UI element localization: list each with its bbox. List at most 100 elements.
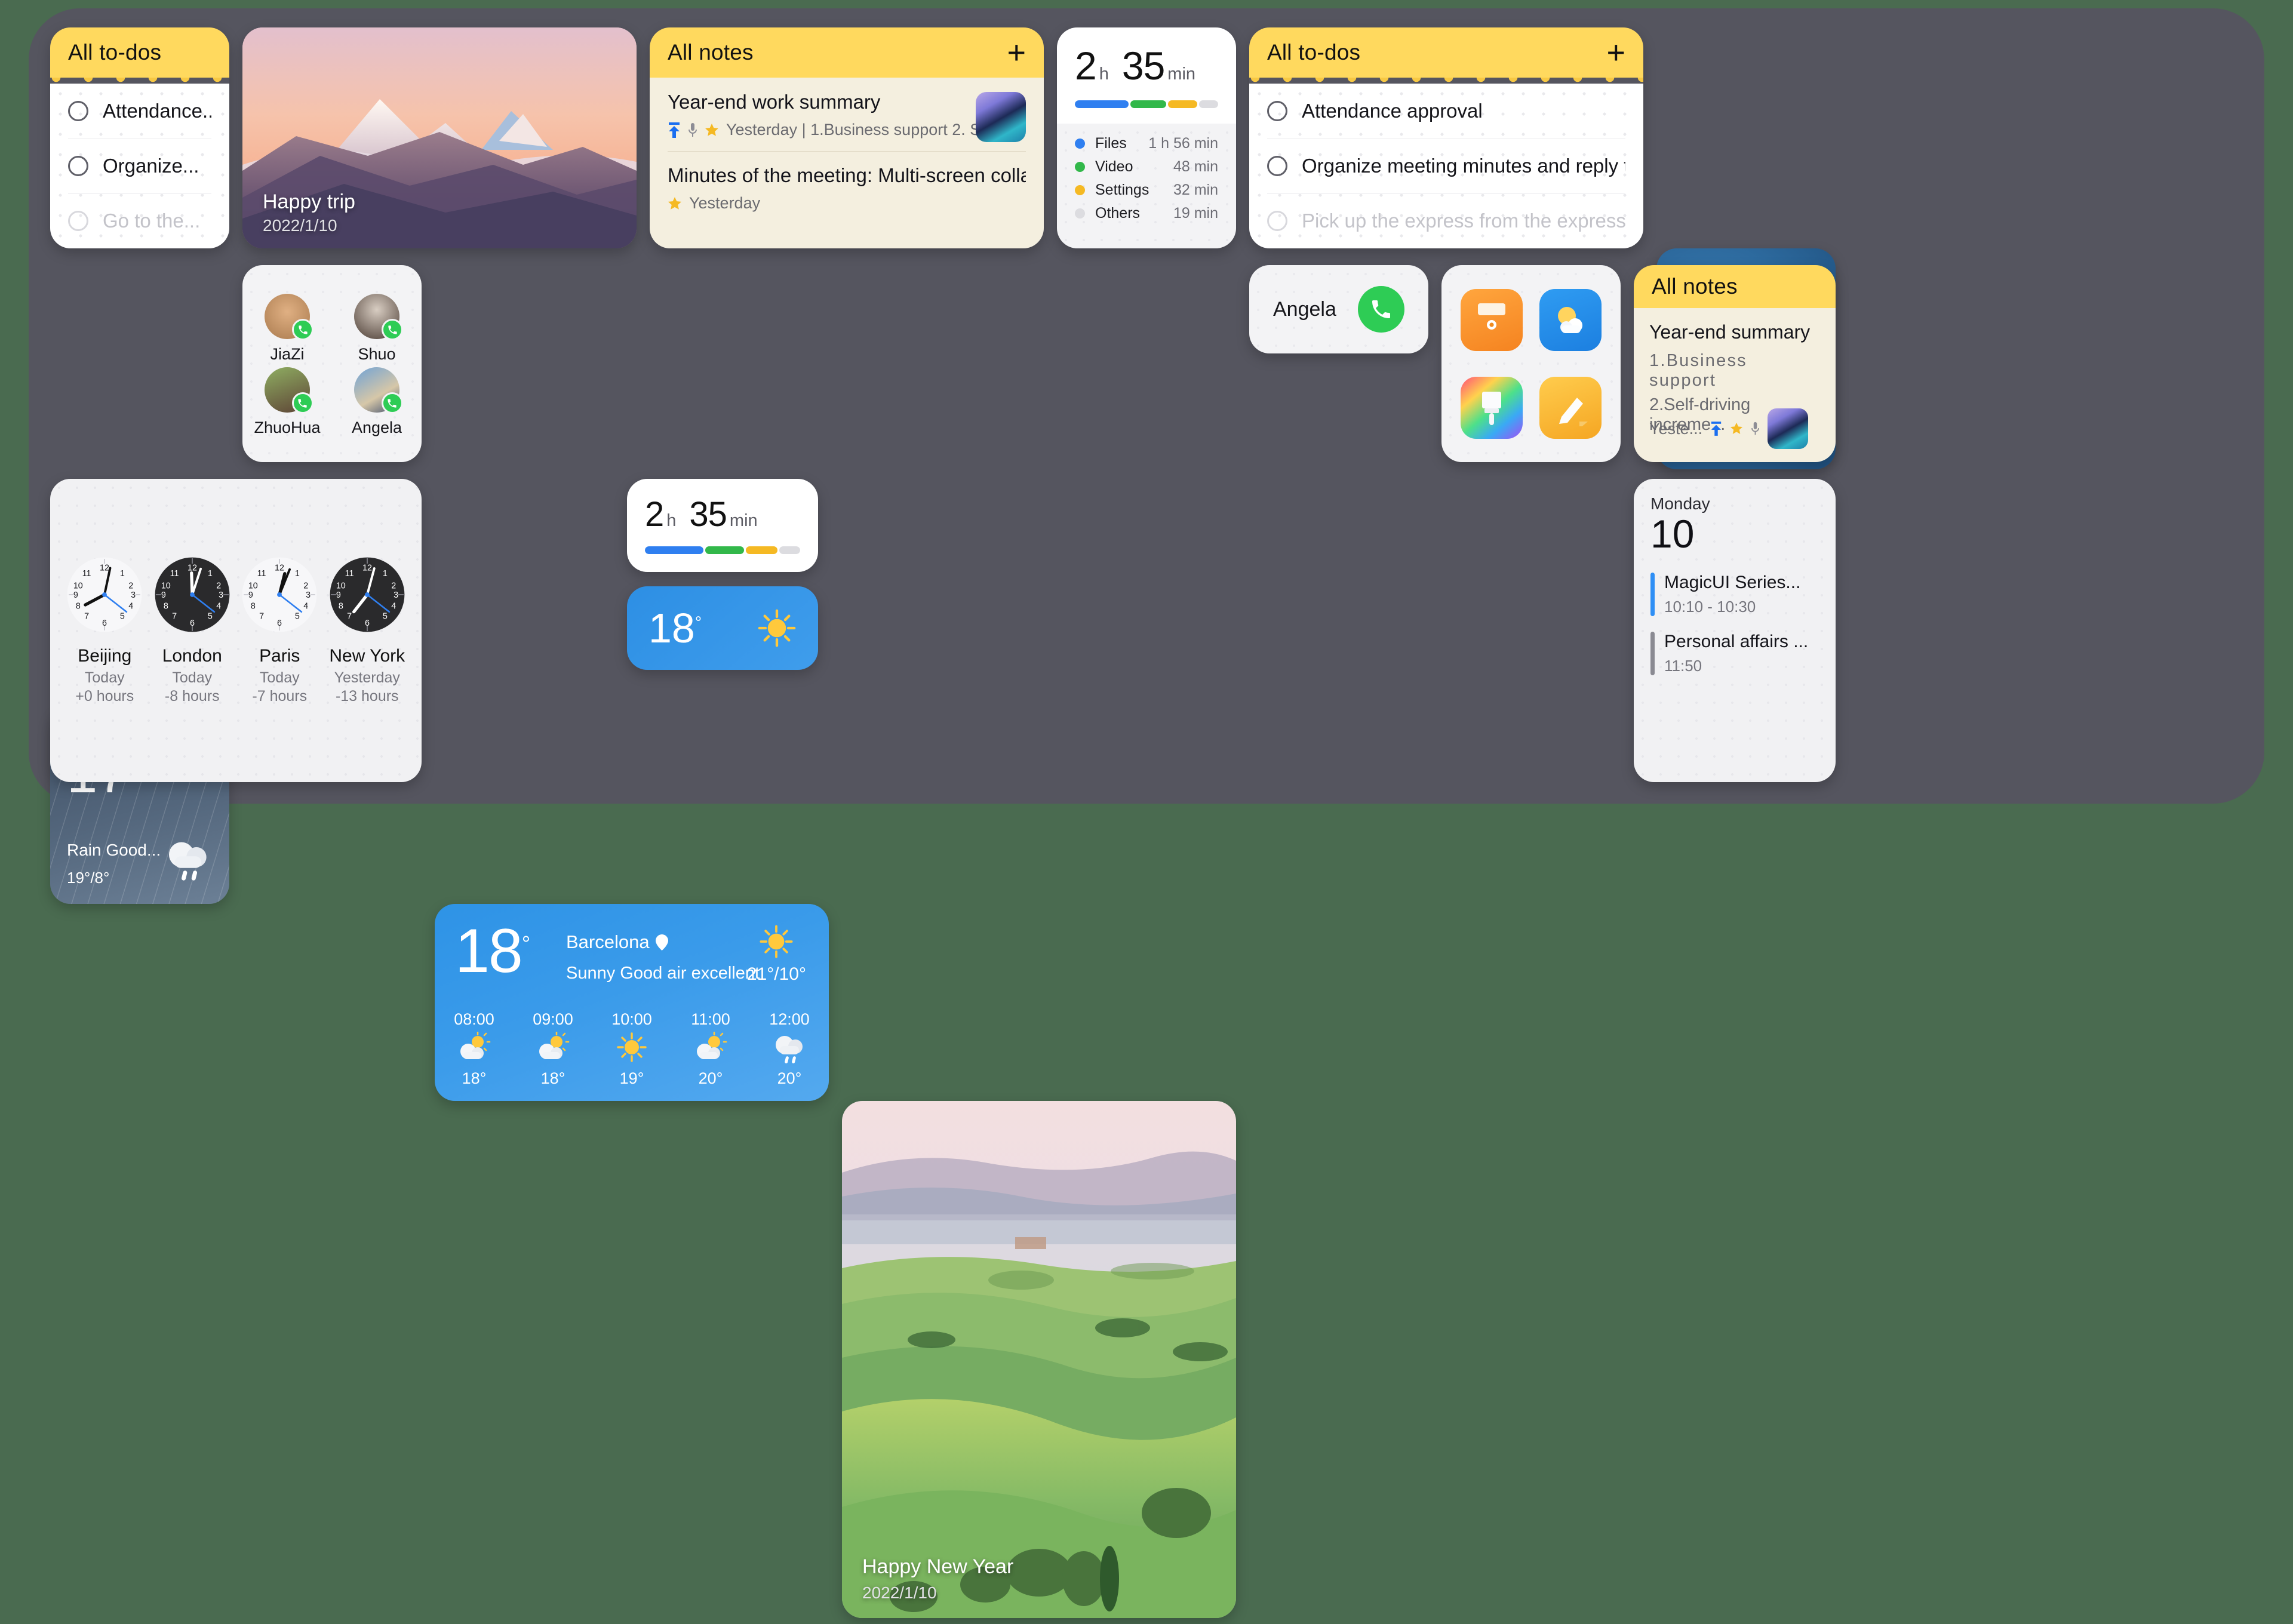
svg-text:11: 11 xyxy=(257,569,266,579)
widget-todos-small[interactable]: All to-dos Attendance... Organize... Go … xyxy=(50,27,229,248)
add-todo-button[interactable]: + xyxy=(1606,36,1625,69)
svg-text:5: 5 xyxy=(120,611,125,621)
screen-time-minutes-unit: min xyxy=(729,511,758,530)
todo-item[interactable]: Organize... xyxy=(50,139,229,193)
svg-text:5: 5 xyxy=(295,611,300,621)
avatar xyxy=(354,367,403,414)
svg-text:3: 3 xyxy=(394,590,398,600)
widget-weather-mini-blue[interactable]: 18° xyxy=(627,586,818,670)
phone-icon[interactable] xyxy=(382,319,403,340)
svg-text:8: 8 xyxy=(164,601,168,611)
note-item[interactable]: Minutes of the meeting: Multi-screen col… xyxy=(668,151,1026,224)
note-item[interactable]: Year-end work summary Yesterday | 1.Busi… xyxy=(668,91,1026,151)
hourly-item: 09:00 18° xyxy=(514,1010,592,1088)
photo-caption: Happy trip xyxy=(263,190,355,213)
contact-name: JiaZi xyxy=(270,345,305,363)
photo-date: 2022/1/10 xyxy=(263,216,337,235)
phone-icon[interactable] xyxy=(1358,286,1404,333)
checkbox-circle-icon[interactable] xyxy=(1267,101,1287,121)
themes-app-icon[interactable] xyxy=(1461,376,1523,439)
screen-time-value: 2 h 35 min xyxy=(645,494,800,534)
weather-condition: Rain Good... xyxy=(67,841,161,859)
degree-symbol: ° xyxy=(694,613,702,632)
notepad-app-icon[interactable] xyxy=(1539,376,1602,439)
calendar-event[interactable]: MagicUI Series... 10:10 - 10:30 xyxy=(1650,573,1819,617)
checkbox-circle-icon[interactable] xyxy=(68,101,88,121)
legend-dot xyxy=(1075,162,1085,172)
svg-text:7: 7 xyxy=(259,611,264,621)
widget-screen-time[interactable]: 2 h 35 min Files 1 h 56 min Video 48 min xyxy=(1057,27,1236,248)
contact-item[interactable]: ZhuoHua xyxy=(254,367,321,437)
notes-small-header: All notes xyxy=(1634,265,1836,308)
screen-time-hours-unit: h xyxy=(1099,64,1109,84)
contact-item[interactable]: Angela xyxy=(351,367,403,437)
phone-icon[interactable] xyxy=(291,392,313,414)
widget-contact-angela[interactable]: Angela xyxy=(1249,265,1428,353)
hour-time: 09:00 xyxy=(533,1010,573,1028)
widget-notes-small[interactable]: All notes Year-end summary 1.Business su… xyxy=(1634,265,1836,462)
widget-world-clock[interactable]: 12 1 2 3 4567 8 9 10 11 Beijing Today +0 hours… xyxy=(50,479,422,782)
svg-text:1: 1 xyxy=(208,569,213,579)
hour-temp: 18° xyxy=(540,1069,565,1087)
event-color-bar xyxy=(1650,632,1655,676)
hour-time: 12:00 xyxy=(769,1010,810,1028)
widget-screen-time-mini[interactable]: 2 h 35 min xyxy=(627,479,818,572)
widget-photo-new-year[interactable]: Happy New Year 2022/1/10 xyxy=(842,1101,1236,1618)
contact-item[interactable]: JiaZi xyxy=(265,294,313,364)
todos-large-list: Attendance approval Organize meeting min… xyxy=(1249,84,1643,248)
screen-time-bar xyxy=(645,546,800,554)
widget-app-folder[interactable] xyxy=(1441,265,1621,462)
note-thumbnail xyxy=(1768,408,1809,449)
widget-photo-happy-trip[interactable]: Happy trip 2022/1/10 xyxy=(242,27,637,248)
event-title: Personal affairs ... xyxy=(1664,632,1809,652)
svg-text:5: 5 xyxy=(383,611,388,621)
partly-cloudy-icon xyxy=(435,1029,514,1066)
todo-item[interactable]: Pick up the express from the express xyxy=(1249,193,1643,248)
svg-text:11: 11 xyxy=(345,569,354,579)
widget-notes-large[interactable]: All notes + Year-end work summary Yester… xyxy=(650,27,1044,248)
mountain-photo xyxy=(242,27,637,248)
checkbox-circle-icon[interactable] xyxy=(1267,156,1287,176)
todo-item[interactable]: Attendance approval xyxy=(1249,84,1643,139)
svg-text:8: 8 xyxy=(251,601,256,611)
star-icon xyxy=(705,123,718,136)
hourly-item: 08:00 18° xyxy=(435,1010,514,1088)
screen-time-hours: 2 xyxy=(645,495,664,534)
svg-text:7: 7 xyxy=(84,611,89,621)
hour-temp: 20° xyxy=(777,1069,802,1087)
wallet-app-icon[interactable] xyxy=(1461,288,1523,351)
checkbox-circle-icon[interactable] xyxy=(68,156,88,176)
calendar-event[interactable]: Personal affairs ... 11:50 xyxy=(1650,632,1819,676)
phone-icon[interactable] xyxy=(381,392,403,414)
widget-weather-large[interactable]: 18° Barcelona Sunny Good air excellent 2… xyxy=(435,904,829,1101)
widget-todos-large[interactable]: All to-dos + Attendance approval Organiz… xyxy=(1249,27,1643,248)
svg-text:9: 9 xyxy=(73,590,78,600)
clock-item: 12 1 2 3 4567 8 9 10 11 New York Yesterday -13… xyxy=(328,556,406,705)
todo-item[interactable]: Go to the... xyxy=(50,193,229,248)
note-line-1: 1.Business support xyxy=(1649,351,1747,390)
contact-name: Angela xyxy=(351,419,402,436)
todo-item[interactable]: Organize meeting minutes and reply to... xyxy=(1249,139,1643,193)
svg-text:10: 10 xyxy=(248,582,258,591)
todos-large-header: All to-dos + xyxy=(1249,27,1643,78)
top-arrow-icon xyxy=(669,122,680,138)
note-meta-text: Yesterday xyxy=(689,194,761,212)
phone-icon[interactable] xyxy=(292,319,313,340)
todos-small-list: Attendance... Organize... Go to the... xyxy=(50,84,229,248)
svg-text:8: 8 xyxy=(339,601,343,611)
hour-temp: 19° xyxy=(619,1069,644,1087)
weather-app-icon[interactable] xyxy=(1539,288,1602,351)
app-duration: 48 min xyxy=(1173,158,1218,175)
widget-contacts[interactable]: JiaZi Shuo ZhuoHua Angela xyxy=(242,265,422,462)
contact-item[interactable]: Shuo xyxy=(354,294,403,364)
checkbox-circle-icon[interactable] xyxy=(68,211,88,231)
todo-item[interactable]: Attendance... xyxy=(50,84,229,139)
checkbox-circle-icon[interactable] xyxy=(1267,211,1287,231)
widget-calendar[interactable]: Monday 10 MagicUI Series... 10:10 - 10:3… xyxy=(1634,479,1836,782)
countryside-photo xyxy=(842,1101,1236,1618)
note-thumbnail xyxy=(976,92,1026,142)
analog-clock-dark: 12123 4567 891011 xyxy=(330,557,405,632)
hourly-item: 12:00 20° xyxy=(750,1010,829,1088)
screen-time-minutes-unit: min xyxy=(1167,64,1196,84)
add-note-button[interactable]: + xyxy=(1007,36,1026,69)
